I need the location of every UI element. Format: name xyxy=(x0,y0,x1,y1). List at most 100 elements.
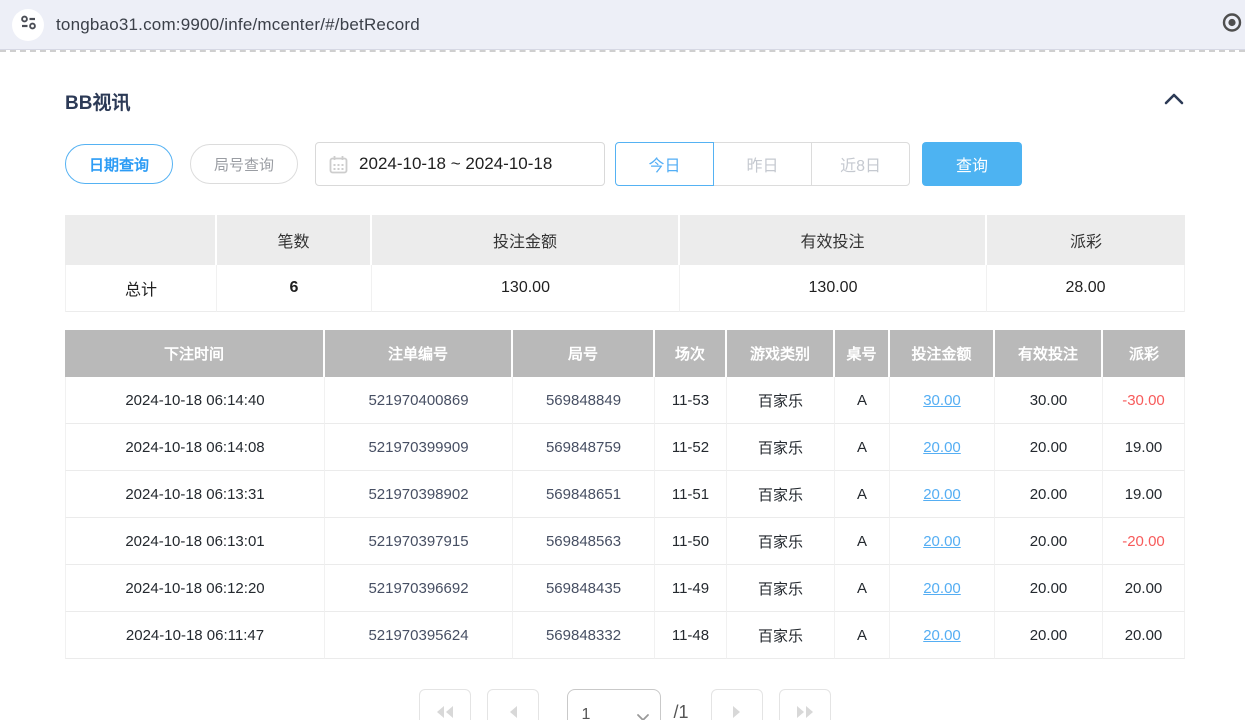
payout-cell: 20.00 xyxy=(1103,612,1185,659)
session-cell: 11-52 xyxy=(655,424,727,471)
table-row: 2024-10-18 06:13:31 521970398902 5698486… xyxy=(65,471,1185,518)
order-number-cell: 521970397915 xyxy=(325,518,513,565)
summary-header-blank xyxy=(65,215,217,265)
table-number-cell: A xyxy=(835,471,890,518)
summary-total-label: 总计 xyxy=(65,265,217,312)
session-cell: 11-48 xyxy=(655,612,727,659)
table-row: 2024-10-18 06:12:20 521970396692 5698484… xyxy=(65,565,1185,612)
date-query-tab[interactable]: 日期查询 xyxy=(65,144,173,184)
valid-bet-cell: 30.00 xyxy=(995,377,1103,424)
next-page-button[interactable] xyxy=(711,689,763,720)
bet-amount-link[interactable]: 20.00 xyxy=(923,627,961,644)
page-title: BB视讯 xyxy=(65,88,130,115)
game-type-cell: 百家乐 xyxy=(727,471,835,518)
round-number-cell: 569848759 xyxy=(513,424,655,471)
yesterday-button[interactable]: 昨日 xyxy=(713,142,812,186)
valid-bet-cell: 20.00 xyxy=(995,424,1103,471)
game-type-cell: 百家乐 xyxy=(727,565,835,612)
bet-amount-link[interactable]: 20.00 xyxy=(923,486,961,503)
bet-time-cell: 2024-10-18 06:11:47 xyxy=(65,612,325,659)
bet-record-table: 下注时间 注单编号 局号 场次 游戏类别 桌号 投注金额 有效投注 派彩 202… xyxy=(65,330,1185,659)
order-number-cell: 521970399909 xyxy=(325,424,513,471)
table-row: 2024-10-18 06:11:47 521970395624 5698483… xyxy=(65,612,1185,659)
round-number-cell: 569848563 xyxy=(513,518,655,565)
order-number-cell: 521970400869 xyxy=(325,377,513,424)
record-icon[interactable] xyxy=(1221,11,1243,38)
session-cell: 11-53 xyxy=(655,377,727,424)
summary-total-row: 总计 6 130.00 130.00 28.00 xyxy=(65,265,1185,312)
search-button[interactable]: 查询 xyxy=(922,142,1022,186)
bet-amount-link[interactable]: 30.00 xyxy=(923,392,961,409)
valid-bet-cell: 20.00 xyxy=(995,612,1103,659)
bet-amount-link[interactable]: 20.00 xyxy=(923,533,961,550)
table-number-cell: A xyxy=(835,565,890,612)
summary-header-valid-bet: 有效投注 xyxy=(680,215,987,265)
summary-header-bet-amount: 投注金额 xyxy=(372,215,680,265)
collapse-button[interactable] xyxy=(1163,92,1185,111)
payout-cell: 20.00 xyxy=(1103,565,1185,612)
col-payout: 派彩 xyxy=(1103,330,1185,377)
bet-amount-link[interactable]: 20.00 xyxy=(923,580,961,597)
summary-bet-amount-value: 130.00 xyxy=(372,265,680,312)
prev-page-button[interactable] xyxy=(487,689,539,720)
col-game-type: 游戏类别 xyxy=(727,330,835,377)
bet-time-cell: 2024-10-18 06:13:31 xyxy=(65,471,325,518)
filter-bar: 日期查询 局号查询 2024-10-18 ~ 2024-10-18 今日 昨日 … xyxy=(65,142,1185,186)
summary-table: 笔数 投注金额 有效投注 派彩 总计 6 130.00 130.00 28.00 xyxy=(65,215,1185,312)
order-number-cell: 521970398902 xyxy=(325,471,513,518)
tune-icon xyxy=(20,14,37,36)
table-number-cell: A xyxy=(835,518,890,565)
summary-count-value: 6 xyxy=(217,265,372,312)
table-header-row: 下注时间 注单编号 局号 场次 游戏类别 桌号 投注金额 有效投注 派彩 xyxy=(65,330,1185,377)
game-type-cell: 百家乐 xyxy=(727,612,835,659)
summary-header-count: 笔数 xyxy=(217,215,372,265)
game-type-cell: 百家乐 xyxy=(727,518,835,565)
bet-time-cell: 2024-10-18 06:13:01 xyxy=(65,518,325,565)
payout-cell: -30.00 xyxy=(1103,377,1185,424)
game-type-cell: 百家乐 xyxy=(727,377,835,424)
page-total-label: /1 xyxy=(673,702,688,720)
col-round-number: 局号 xyxy=(513,330,655,377)
url-text[interactable]: tongbao31.com:9900/infe/mcenter/#/betRec… xyxy=(56,15,420,35)
payout-cell: -20.00 xyxy=(1103,518,1185,565)
today-button[interactable]: 今日 xyxy=(615,142,714,186)
table-row: 2024-10-18 06:14:08 521970399909 5698487… xyxy=(65,424,1185,471)
quick-range-group: 今日 昨日 近8日 xyxy=(615,142,910,186)
bet-amount-link[interactable]: 20.00 xyxy=(923,439,961,456)
col-bet-time: 下注时间 xyxy=(65,330,325,377)
table-number-cell: A xyxy=(835,424,890,471)
valid-bet-cell: 20.00 xyxy=(995,518,1103,565)
round-number-cell: 569848651 xyxy=(513,471,655,518)
next-page-icon xyxy=(730,704,744,720)
order-number-cell: 521970395624 xyxy=(325,612,513,659)
first-page-icon xyxy=(434,704,456,720)
site-settings-button[interactable] xyxy=(12,9,44,41)
pagination-bar: 1 /1 xyxy=(65,689,1185,720)
payout-cell: 19.00 xyxy=(1103,471,1185,518)
col-bet-amount: 投注金额 xyxy=(890,330,995,377)
round-number-cell: 569848435 xyxy=(513,565,655,612)
table-number-cell: A xyxy=(835,377,890,424)
game-type-cell: 百家乐 xyxy=(727,424,835,471)
valid-bet-cell: 20.00 xyxy=(995,565,1103,612)
session-cell: 11-49 xyxy=(655,565,727,612)
last-8-days-button[interactable]: 近8日 xyxy=(811,142,910,186)
round-query-tab[interactable]: 局号查询 xyxy=(190,144,298,184)
col-valid-bet: 有效投注 xyxy=(995,330,1103,377)
session-cell: 11-50 xyxy=(655,518,727,565)
summary-header-row: 笔数 投注金额 有效投注 派彩 xyxy=(65,215,1185,265)
date-range-input[interactable]: 2024-10-18 ~ 2024-10-18 xyxy=(315,142,605,186)
col-order-number: 注单编号 xyxy=(325,330,513,377)
summary-header-payout: 派彩 xyxy=(987,215,1185,265)
col-session: 场次 xyxy=(655,330,727,377)
last-page-button[interactable] xyxy=(779,689,831,720)
bet-record-page: BB视讯 日期查询 局号查询 2024-10-18 ~ 20 xyxy=(0,52,1245,720)
prev-page-icon xyxy=(506,704,520,720)
bet-time-cell: 2024-10-18 06:14:08 xyxy=(65,424,325,471)
summary-valid-bet-value: 130.00 xyxy=(680,265,987,312)
table-row: 2024-10-18 06:14:40 521970400869 5698488… xyxy=(65,377,1185,424)
calendar-icon xyxy=(329,155,348,174)
first-page-button[interactable] xyxy=(419,689,471,720)
page-select[interactable]: 1 xyxy=(567,689,661,720)
summary-payout-value: 28.00 xyxy=(987,265,1185,312)
